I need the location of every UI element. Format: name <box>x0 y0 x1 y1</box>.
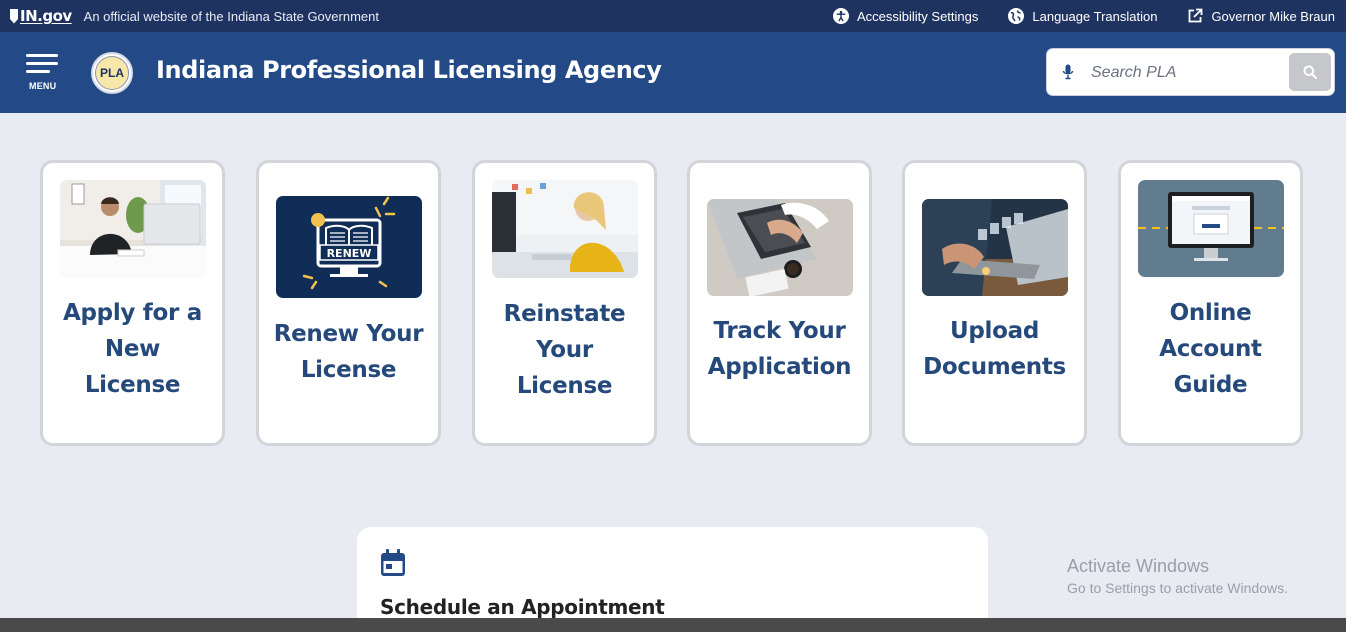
card-reinstate-title: Reinstate Your License <box>481 296 648 404</box>
upload-documents-photo <box>922 199 1068 296</box>
card-renew-title: Renew Your License <box>265 316 432 388</box>
pla-logo[interactable]: PLA <box>91 52 133 94</box>
card-title-line: License <box>84 372 181 398</box>
external-link-icon <box>1189 8 1203 23</box>
card-upload-documents[interactable]: Upload Documents <box>902 160 1087 446</box>
renew-illustration: RENEW <box>276 196 422 298</box>
watermark-title: Activate Windows <box>1067 556 1210 576</box>
hamburger-icon-bar <box>26 70 50 73</box>
card-apply-new-license[interactable]: Apply for a New License <box>40 160 225 446</box>
woman-at-computer-photo <box>492 180 638 278</box>
person-at-desk-photo <box>60 180 206 278</box>
card-apply-title: Apply for a New License <box>49 295 216 403</box>
microphone-icon[interactable] <box>1062 64 1074 80</box>
pla-seal: PLA <box>95 56 129 90</box>
typing-laptop-photo <box>707 199 853 296</box>
menu-label: MENU <box>29 81 57 91</box>
card-track-title: Track Your Application <box>696 313 863 385</box>
site-header: MENU PLA Indiana Professional Licensing … <box>0 32 1346 113</box>
taskbar-strip <box>0 618 1346 632</box>
site-title[interactable]: Indiana Professional Licensing Agency <box>156 56 662 84</box>
card-title-line: Track Your <box>713 318 846 344</box>
search-button[interactable] <box>1289 53 1331 91</box>
card-title-line: Reinstate <box>503 301 626 327</box>
card-online-account-guide[interactable]: Online Account Guide <box>1118 160 1303 446</box>
schedule-appointment-title: Schedule an Appointment <box>380 595 665 619</box>
search-input[interactable] <box>1091 59 1281 87</box>
language-translation-label: Language Translation <box>1032 8 1158 24</box>
card-title-line: New <box>104 336 161 362</box>
card-title-line: Apply for a <box>63 300 202 326</box>
in-gov-logo[interactable]: IN.gov <box>10 7 72 25</box>
menu-button[interactable]: MENU <box>26 54 60 94</box>
accessibility-icon <box>833 8 849 24</box>
card-title-line: Online <box>1169 300 1252 326</box>
card-title-line: Upload <box>949 318 1039 344</box>
official-website-text: An official website of the Indiana State… <box>83 8 379 24</box>
top-links: Accessibility Settings Language Translat… <box>803 0 1335 32</box>
card-title-line: Application <box>707 354 852 380</box>
search-icon <box>1303 65 1317 79</box>
globe-icon <box>1008 8 1025 24</box>
activate-windows-watermark: Activate Windows Go to Settings to activ… <box>1067 556 1288 596</box>
governor-label: Governor Mike Braun <box>1211 8 1335 24</box>
schedule-appointment-panel[interactable]: Schedule an Appointment <box>357 527 988 632</box>
governor-link[interactable]: Governor Mike Braun <box>1187 8 1335 24</box>
hamburger-icon <box>26 54 58 57</box>
card-title-line: License <box>516 373 613 399</box>
card-title-line: License <box>300 357 397 383</box>
accessibility-settings-link[interactable]: Accessibility Settings <box>833 8 978 24</box>
official-banner: IN.gov An official website of the Indian… <box>0 0 1346 32</box>
card-reinstate-license[interactable]: Reinstate Your License <box>472 160 657 446</box>
renew-image-text: RENEW <box>327 247 372 260</box>
card-title-line: Account <box>1159 336 1262 362</box>
card-title-line: Documents <box>923 354 1066 380</box>
card-title-line: Renew Your <box>273 321 424 347</box>
watermark-subtitle: Go to Settings to activate Windows. <box>1067 580 1288 596</box>
in-gov-brand: IN.gov <box>20 7 72 25</box>
card-renew-license[interactable]: RENEW Renew Your License <box>256 160 441 446</box>
monitor-screenshot-photo <box>1138 180 1284 277</box>
card-guide-title: Online Account Guide <box>1127 295 1294 403</box>
indiana-state-icon <box>10 8 18 24</box>
calendar-icon <box>381 549 405 576</box>
accessibility-settings-label: Accessibility Settings <box>857 8 979 24</box>
card-title-line: Guide <box>1173 372 1248 398</box>
card-title-line: Your <box>536 337 593 363</box>
language-translation-link[interactable]: Language Translation <box>1008 8 1157 24</box>
card-upload-title: Upload Documents <box>911 313 1078 385</box>
search-box <box>1046 48 1335 96</box>
hamburger-icon-bar <box>26 62 58 65</box>
card-track-application[interactable]: Track Your Application <box>687 160 872 446</box>
